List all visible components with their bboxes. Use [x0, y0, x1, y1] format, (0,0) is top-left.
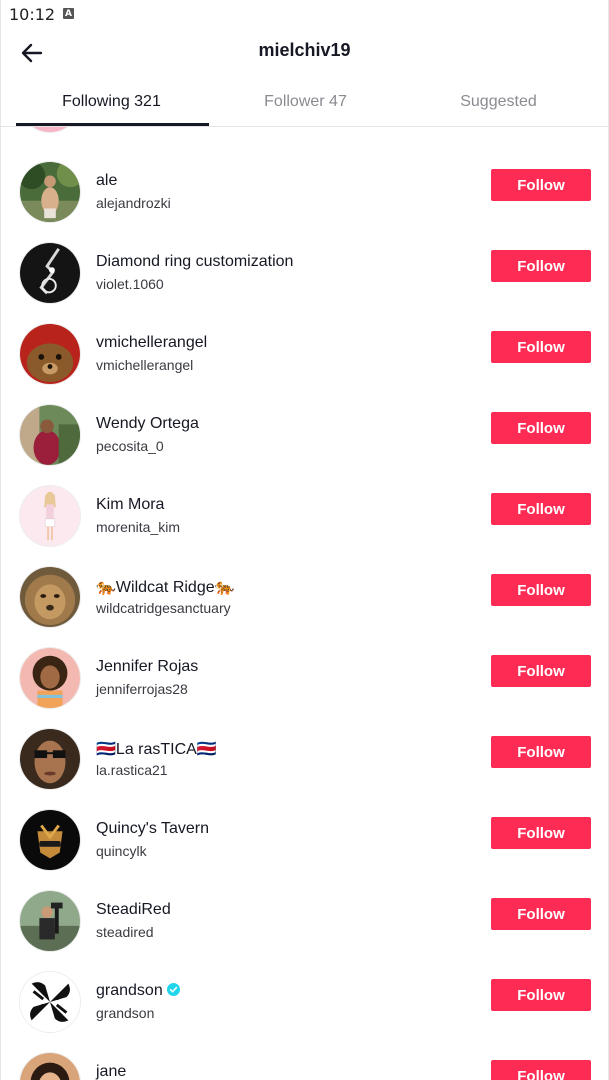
- follow-button[interactable]: Follow: [491, 736, 591, 768]
- list-item[interactable]: vmichellerangel vmichellerangel Follow: [1, 313, 608, 394]
- avatar[interactable]: [19, 647, 81, 709]
- user-name: 🐅Wildcat Ridge🐅: [96, 579, 235, 596]
- list-item[interactable]: Quincy's Tavern quincylk Follow: [1, 799, 608, 880]
- avatar[interactable]: [19, 161, 81, 223]
- tab-following[interactable]: Following 321: [10, 76, 213, 127]
- user-name: Wendy Ortega: [96, 415, 199, 432]
- list-item[interactable]: 🇨🇷La rasTICA🇨🇷 la.rastica21 Follow: [1, 718, 608, 799]
- follow-button[interactable]: Follow: [491, 1060, 591, 1080]
- user-handle: la.rastica21: [96, 762, 168, 778]
- list-item[interactable]: [1, 127, 608, 142]
- user-name: jane: [96, 1063, 127, 1080]
- avatar[interactable]: [19, 566, 81, 628]
- tab-suggested[interactable]: Suggested: [397, 76, 600, 127]
- list-item[interactable]: Kim Mora morenita_kim Follow: [1, 475, 608, 556]
- avatar[interactable]: [19, 971, 81, 1033]
- user-name-text: grandson: [96, 982, 163, 999]
- avatar[interactable]: [19, 323, 81, 385]
- follow-button[interactable]: Follow: [491, 331, 591, 363]
- user-handle: jenniferrojas28: [96, 681, 188, 697]
- user-handle: steadired: [96, 924, 154, 940]
- user-name: SteadiRed: [96, 901, 171, 918]
- user-handle: violet.1060: [96, 276, 164, 292]
- follow-button[interactable]: Follow: [491, 412, 591, 444]
- follow-button[interactable]: Follow: [491, 250, 591, 282]
- follow-button[interactable]: Follow: [491, 898, 591, 930]
- avatar[interactable]: [19, 890, 81, 952]
- app-screen: 10:12 A mielchiv19 Following 321 Followe…: [0, 0, 609, 1080]
- page-title: mielchiv19: [258, 40, 351, 60]
- avatar[interactable]: [19, 404, 81, 466]
- tab-follower[interactable]: Follower 47: [204, 76, 407, 127]
- list-item[interactable]: ale alejandrozki Follow: [1, 151, 608, 232]
- tab-bar: Following 321 Follower 47 Suggested: [1, 76, 608, 127]
- user-name: vmichellerangel: [96, 334, 208, 351]
- user-handle: alejandrozki: [96, 195, 171, 211]
- active-tab-indicator: [16, 123, 209, 126]
- list-item[interactable]: 🐅Wildcat Ridge🐅 wildcatridgesanctuary Fo…: [1, 556, 608, 637]
- a-icon: A: [63, 8, 74, 19]
- user-handle: pecosita_0: [96, 438, 164, 454]
- follow-button[interactable]: Follow: [491, 493, 591, 525]
- user-name: Jennifer Rojas: [96, 658, 199, 675]
- avatar[interactable]: [19, 1052, 81, 1080]
- user-name: ale: [96, 172, 118, 189]
- user-handle: morenita_kim: [96, 519, 181, 535]
- user-name: grandson: [96, 982, 180, 1000]
- list-item[interactable]: grandson grandson Follow: [1, 961, 608, 1042]
- follow-button[interactable]: Follow: [491, 655, 591, 687]
- user-name: Quincy's Tavern: [96, 820, 210, 837]
- user-handle: wildcatridgesanctuary: [96, 600, 231, 616]
- status-time: 10:12: [9, 5, 56, 24]
- user-handle: vmichellerangel: [96, 357, 194, 373]
- header: mielchiv19: [1, 28, 608, 76]
- avatar[interactable]: [19, 127, 81, 133]
- user-handle: grandson: [96, 1005, 155, 1021]
- following-list[interactable]: ale alejandrozki Follow Diamond ring cus…: [1, 127, 608, 1080]
- avatar[interactable]: [19, 728, 81, 790]
- follow-button[interactable]: Follow: [491, 979, 591, 1011]
- follow-button[interactable]: Follow: [491, 817, 591, 849]
- avatar[interactable]: [19, 485, 81, 547]
- user-name: Diamond ring customization: [96, 253, 294, 270]
- follow-button[interactable]: Follow: [491, 169, 591, 201]
- list-item[interactable]: Wendy Ortega pecosita_0 Follow: [1, 394, 608, 475]
- follow-button[interactable]: Follow: [491, 574, 591, 606]
- list-item[interactable]: jane Follow: [1, 1042, 608, 1080]
- status-bar: 10:12 A: [1, 0, 608, 28]
- list-item[interactable]: SteadiRed steadired Follow: [1, 880, 608, 961]
- list-item[interactable]: Diamond ring customization violet.1060 F…: [1, 232, 608, 313]
- user-name: Kim Mora: [96, 496, 165, 513]
- avatar[interactable]: [19, 809, 81, 871]
- avatar[interactable]: [19, 242, 81, 304]
- verified-badge-icon: [166, 983, 180, 996]
- user-name: 🇨🇷La rasTICA🇨🇷: [96, 741, 217, 758]
- list-item[interactable]: Jennifer Rojas jenniferrojas28 Follow: [1, 637, 608, 718]
- user-handle: quincylk: [96, 843, 147, 859]
